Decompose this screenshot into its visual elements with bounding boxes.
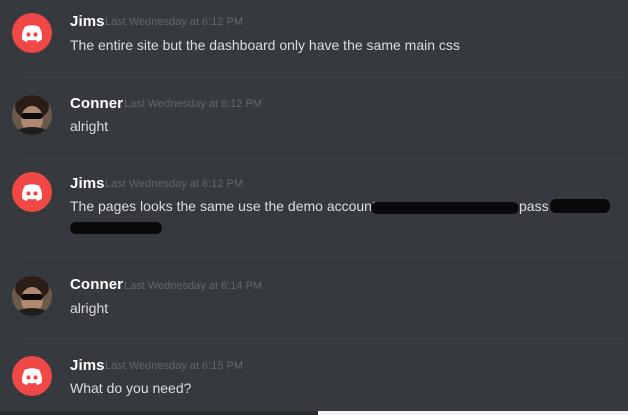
username[interactable]: Conner — [70, 95, 123, 112]
message-text: alright — [70, 118, 109, 134]
redacted-email — [371, 202, 519, 214]
timestamp: Last Wednesday at 6:12 PM — [124, 98, 262, 110]
message-text: What do you need? — [70, 380, 192, 396]
user-photo-avatar[interactable] — [12, 276, 52, 316]
timestamp: Last Wednesday at 6:14 PM — [124, 280, 262, 292]
message-group: Conner Last Wednesday at 6:12 PM alright — [0, 78, 628, 158]
timestamp: Last Wednesday at 6:12 PM — [105, 178, 243, 190]
message-group: Jims Last Wednesday at 6:12 PM The entir… — [0, 0, 628, 70]
message-text: The pages looks the same use the demo ac… — [70, 198, 376, 214]
bottom-edge-highlight — [318, 411, 628, 415]
username[interactable]: Jims — [70, 357, 105, 374]
bottom-edge — [0, 411, 628, 415]
username[interactable]: Jims — [70, 175, 105, 192]
username[interactable]: Jims — [70, 13, 105, 30]
redacted-text — [70, 222, 162, 234]
message-text: The entire site but the dashboard only h… — [70, 37, 460, 53]
redacted-password — [550, 199, 610, 213]
discord-logo-icon[interactable] — [12, 356, 52, 396]
user-photo-avatar[interactable] — [12, 95, 52, 135]
discord-logo-icon[interactable] — [12, 172, 52, 212]
discord-logo-icon[interactable] — [12, 13, 52, 53]
timestamp: Last Wednesday at 6:15 PM — [105, 360, 243, 372]
message-group: Jims Last Wednesday at 6:12 PM The pages… — [0, 159, 628, 257]
message-text-pass: pass — [519, 198, 549, 214]
message-text: alright — [70, 300, 109, 316]
timestamp: Last Wednesday at 6:12 PM — [105, 16, 243, 28]
message-group: Conner Last Wednesday at 6:14 PM alright — [0, 258, 628, 338]
username[interactable]: Conner — [70, 276, 123, 293]
message-group: Jims Last Wednesday at 6:15 PM What do y… — [0, 339, 628, 411]
